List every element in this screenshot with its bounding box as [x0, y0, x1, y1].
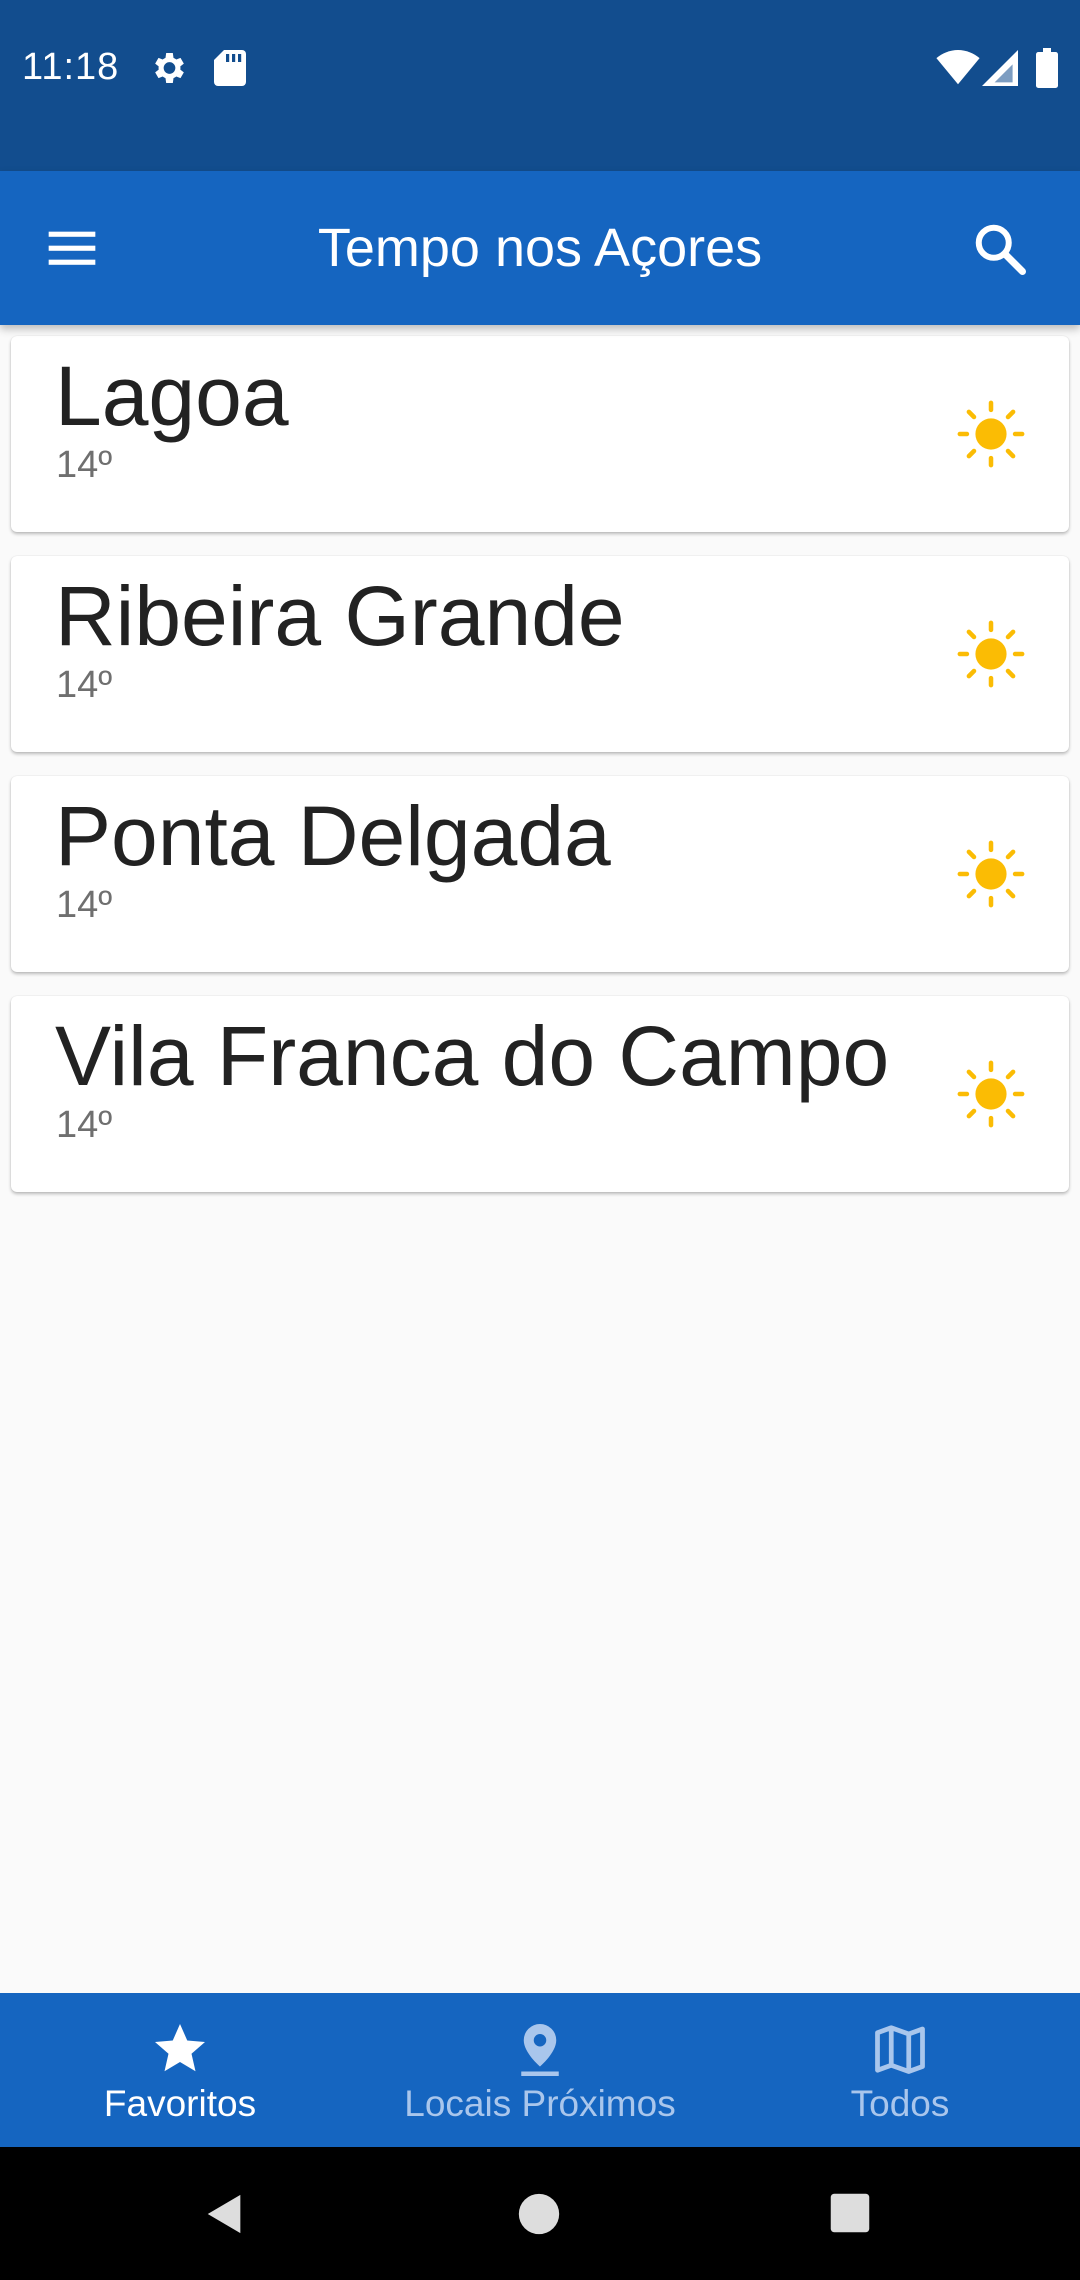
tab-label: Todos	[850, 2083, 950, 2124]
location-card[interactable]: Lagoa 14º	[11, 336, 1069, 532]
location-temperature: 14º	[56, 444, 113, 486]
location-list: Lagoa 14º Ribeira Grande 14º Ponta Delga…	[11, 336, 1069, 1216]
recent-apps-icon[interactable]	[829, 2192, 871, 2234]
back-icon[interactable]	[202, 2191, 248, 2237]
bottom-navigation: Favoritos Locais Próximos Todos	[0, 1993, 1080, 2147]
wifi-icon	[936, 50, 980, 85]
location-temperature: 14º	[56, 1104, 113, 1146]
location-name: Ribeira Grande	[55, 569, 625, 663]
location-card[interactable]: Ribeira Grande 14º	[11, 556, 1069, 752]
sd-card-icon	[214, 50, 246, 86]
location-card[interactable]: Ponta Delgada 14º	[11, 776, 1069, 972]
sun-icon	[957, 620, 1025, 688]
signal-icon	[982, 50, 1018, 86]
location-card[interactable]: Vila Franca do Campo 14º	[11, 996, 1069, 1192]
tab-locais-proximos[interactable]: Locais Próximos	[360, 1993, 720, 2147]
sun-icon	[957, 1060, 1025, 1128]
tab-todos[interactable]: Todos	[720, 1993, 1080, 2147]
status-bar: 11:18	[0, 0, 1080, 171]
gear-icon	[155, 53, 184, 83]
tab-label: Favoritos	[103, 2083, 257, 2124]
tab-favoritos[interactable]: Favoritos	[0, 1993, 360, 2147]
location-name: Lagoa	[55, 349, 289, 443]
search-icon[interactable]	[970, 219, 1030, 279]
location-temperature: 14º	[56, 664, 113, 706]
status-time: 11:18	[22, 46, 120, 88]
sun-icon	[957, 840, 1025, 908]
page-title: Tempo nos Açores	[317, 218, 763, 278]
battery-icon	[1036, 48, 1058, 88]
star-icon	[155, 2024, 205, 2072]
location-pin-icon	[521, 2024, 559, 2076]
location-temperature: 14º	[56, 884, 113, 926]
tab-label: Locais Próximos	[404, 2083, 676, 2124]
app-bar: Tempo nos Açores	[0, 171, 1080, 325]
location-name: Vila Franca do Campo	[55, 1009, 890, 1103]
home-icon[interactable]	[517, 2192, 561, 2236]
system-navigation-bar	[0, 2147, 1080, 2280]
sun-icon	[957, 400, 1025, 468]
location-name: Ponta Delgada	[55, 789, 611, 883]
map-icon	[875, 2025, 925, 2074]
